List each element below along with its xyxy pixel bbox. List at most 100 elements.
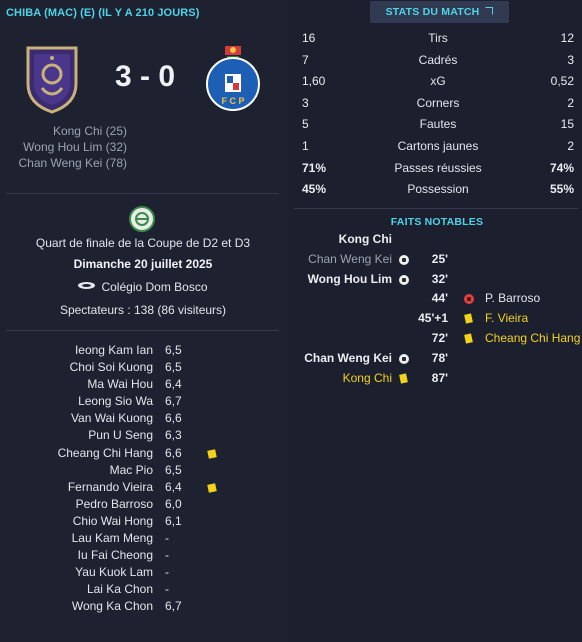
- fact-home-player[interactable]: Chan Weng Kei: [308, 250, 392, 270]
- player-rating: -: [165, 531, 169, 546]
- match-stats-button[interactable]: STATS DU MATCH: [370, 1, 509, 23]
- player-row[interactable]: Chio Wai Hong 6,1: [0, 513, 288, 530]
- player-name[interactable]: Iu Fai Cheong: [78, 547, 153, 564]
- stat-away-value: 2: [567, 138, 574, 153]
- player-rating: 6,5: [165, 462, 182, 477]
- match-date: Dimanche 20 juillet 2025: [73, 257, 213, 271]
- divider: [6, 330, 279, 331]
- player-name[interactable]: Cheang Chi Hang: [58, 445, 153, 462]
- player-row[interactable]: Mac Pio 6,5: [0, 462, 288, 479]
- player-row[interactable]: Lai Ka Chon -: [0, 581, 288, 598]
- fact-away-player[interactable]: P. Barroso: [485, 289, 540, 309]
- player-ratings-list: Ieong Kam Ian 6,5 Choi Soi Kuong 6,5 Ma Wai …: [0, 342, 288, 616]
- player-rating: 6,6: [165, 445, 182, 460]
- player-name[interactable]: Yau Kuok Lam: [75, 564, 153, 581]
- goal-ball-icon: [399, 274, 409, 285]
- competition-logo-icon[interactable]: [129, 206, 155, 232]
- fact-row: 72' Cheang Chi Hang: [292, 329, 582, 349]
- player-name[interactable]: Fernando Vieira: [68, 479, 153, 496]
- competition-name[interactable]: Quart de finale de la Coupe de D2 et D3: [6, 236, 280, 250]
- player-row[interactable]: Van Wai Kuong 6,6: [0, 410, 288, 427]
- stat-away-value: 12: [560, 31, 574, 45]
- yellow-card-icon: [464, 333, 473, 344]
- stadium-name: Colégio Dom Bosco: [101, 280, 208, 294]
- match-stats-table: 16 Tirs 12 7 Cadrés 3 1,60 xG 0,52 3 Corners 2 5 Faut…: [300, 28, 576, 201]
- player-name[interactable]: Choi Soi Kuong: [70, 359, 153, 376]
- player-row[interactable]: Cheang Chi Hang 6,6: [0, 445, 288, 462]
- player-name[interactable]: Ma Wai Hou: [87, 376, 153, 393]
- player-row[interactable]: Pun U Seng 6,3: [0, 427, 288, 444]
- yellow-card-icon: [207, 483, 217, 493]
- fact-minute: 32': [431, 271, 448, 286]
- player-row[interactable]: Leong Sio Wa 6,7: [0, 393, 288, 410]
- home-team-crest[interactable]: [24, 44, 80, 114]
- player-name[interactable]: Ieong Kam Ian: [75, 342, 153, 359]
- player-name[interactable]: Leong Sio Wa: [78, 393, 153, 410]
- yellow-card-icon: [207, 448, 217, 459]
- yellow-card-icon: [464, 313, 473, 324]
- player-rating: 6,3: [165, 428, 182, 443]
- fact-home-player[interactable]: Kong Chi: [343, 369, 392, 389]
- player-row[interactable]: Choi Soi Kuong 6,5: [0, 359, 288, 376]
- player-rating: 6,1: [165, 513, 182, 528]
- player-name[interactable]: Pedro Barroso: [76, 496, 153, 513]
- player-name[interactable]: Wong Ka Chon: [72, 598, 153, 615]
- fact-away-player[interactable]: F. Vieira: [485, 309, 528, 329]
- player-name[interactable]: Chio Wai Hong: [73, 513, 153, 530]
- match-title[interactable]: CHIBA (MAC) (E) (IL Y A 210 JOURS): [6, 7, 199, 19]
- match-score: 3 - 0: [114, 60, 176, 93]
- stat-label: xG: [430, 74, 446, 89]
- player-rating: 6,5: [165, 343, 182, 357]
- stadium-icon: [78, 282, 96, 289]
- notable-facts-list: Kong Chi Chan Weng Kei 25' Wong Hou Lim 32' 4…: [292, 230, 582, 388]
- fact-minute: 44': [431, 291, 448, 306]
- stat-label: Fautes: [419, 117, 457, 132]
- player-name[interactable]: Mac Pio: [110, 462, 153, 479]
- spectators: Spectateurs : 138 (86 visiteurs): [59, 303, 227, 317]
- goalscorer: Chan Weng Kei (78): [18, 156, 127, 170]
- player-rating: 6,4: [165, 377, 182, 392]
- home-goalscorers: Kong Chi (25) Wong Hou Lim (32) Chan Wen…: [0, 123, 127, 171]
- notable-facts-title: FAITS NOTABLES: [390, 216, 484, 228]
- player-name[interactable]: Pun U Seng: [88, 427, 153, 444]
- fact-minute: 45'+1: [418, 311, 448, 326]
- fact-home-player[interactable]: Kong Chi: [339, 230, 392, 250]
- goalscorer: Kong Chi (25): [52, 124, 127, 138]
- expand-icon: [485, 7, 494, 15]
- goal-ball-icon: [399, 254, 409, 265]
- player-name[interactable]: Lau Kam Meng: [72, 530, 153, 547]
- player-row[interactable]: Yau Kuok Lam -: [0, 564, 288, 581]
- fact-row: Chan Weng Kei 78': [292, 349, 582, 369]
- player-row[interactable]: Ieong Kam Ian 6,5: [0, 342, 288, 359]
- player-name[interactable]: Van Wai Kuong: [71, 410, 153, 427]
- stadium-row[interactable]: Colégio Dom Bosco: [6, 280, 280, 294]
- player-row[interactable]: Iu Fai Cheong -: [0, 547, 288, 564]
- player-rating: -: [165, 565, 169, 580]
- yellow-card-icon: [399, 372, 408, 384]
- fact-minute: 25': [431, 251, 448, 266]
- player-row[interactable]: Pedro Barroso 6,0: [0, 496, 288, 513]
- fact-away-player[interactable]: Cheang Chi Hang: [485, 329, 580, 349]
- player-row[interactable]: Ma Wai Hou 6,4: [0, 376, 288, 393]
- player-rating: 6,6: [165, 411, 182, 426]
- goal-ball-icon: [399, 353, 409, 364]
- match-stats-button-label: STATS DU MATCH: [385, 6, 480, 18]
- fact-minute: 72': [431, 330, 448, 345]
- player-name[interactable]: Lai Ka Chon: [87, 581, 153, 598]
- fact-row: Kong Chi: [292, 230, 582, 250]
- player-row[interactable]: Wong Ka Chon 6,7: [0, 598, 288, 615]
- player-rating: 6,4: [165, 479, 182, 494]
- away-team-crest[interactable]: F C P: [205, 44, 261, 114]
- player-rating: -: [165, 548, 169, 563]
- player-row[interactable]: Lau Kam Meng -: [0, 530, 288, 547]
- stat-label: Corners: [416, 95, 460, 110]
- divider: [6, 193, 279, 194]
- stat-row: 1 Cartons jaunes 2: [300, 136, 576, 158]
- fact-home-player[interactable]: Chan Weng Kei: [304, 349, 392, 369]
- player-row[interactable]: Fernando Vieira 6,4: [0, 479, 288, 496]
- fact-home-player[interactable]: Wong Hou Lim: [308, 270, 392, 290]
- stat-away-value: 3: [567, 52, 574, 67]
- player-rating: 6,0: [165, 496, 182, 511]
- stat-row: 71% Passes réussies 74%: [300, 158, 576, 180]
- fact-row: Wong Hou Lim 32': [292, 270, 582, 290]
